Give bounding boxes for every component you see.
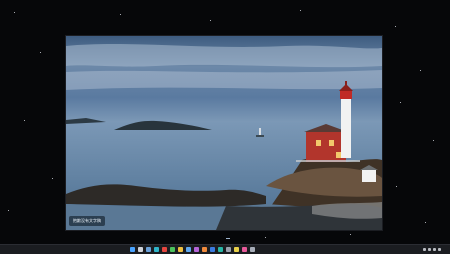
start-icon[interactable] — [130, 247, 135, 252]
app-teal-icon[interactable] — [218, 247, 223, 252]
folder-icon[interactable] — [178, 247, 183, 252]
app-blue-icon[interactable] — [210, 247, 215, 252]
star — [425, 222, 426, 223]
lighthouse-photo — [66, 36, 382, 230]
star — [400, 102, 401, 103]
star — [8, 210, 9, 211]
star — [300, 10, 301, 11]
volume-icon[interactable] — [433, 248, 436, 251]
system-tray — [423, 246, 446, 253]
star — [24, 120, 25, 121]
app-green-icon[interactable] — [170, 247, 175, 252]
app-orange-icon[interactable] — [202, 247, 207, 252]
star — [395, 26, 396, 27]
star — [40, 52, 41, 53]
star — [350, 234, 351, 235]
app-purple-icon[interactable] — [194, 247, 199, 252]
star — [265, 237, 266, 238]
star — [120, 14, 121, 15]
terminal-icon[interactable] — [226, 247, 231, 252]
taskbar-app-list — [130, 246, 255, 253]
app-red-icon[interactable] — [162, 247, 167, 252]
settings-icon[interactable] — [250, 247, 255, 252]
star — [52, 178, 53, 179]
star — [433, 140, 434, 141]
star — [420, 70, 421, 71]
app-pink-icon[interactable] — [242, 247, 247, 252]
network-icon[interactable] — [428, 248, 431, 251]
chevron-up-icon[interactable] — [423, 248, 426, 251]
star — [396, 186, 397, 187]
app-yellow-icon[interactable] — [234, 247, 239, 252]
widgets-icon[interactable] — [146, 247, 151, 252]
edge-icon[interactable] — [154, 247, 159, 252]
window-indicator — [226, 238, 230, 239]
search-icon[interactable] — [138, 247, 143, 252]
photo-caption[interactable]: 抱歉没有文字稿 — [69, 216, 105, 226]
battery-icon[interactable] — [438, 248, 441, 251]
star — [210, 20, 211, 21]
star — [14, 12, 15, 13]
photo-viewer-window[interactable] — [66, 36, 382, 230]
store-icon[interactable] — [186, 247, 191, 252]
